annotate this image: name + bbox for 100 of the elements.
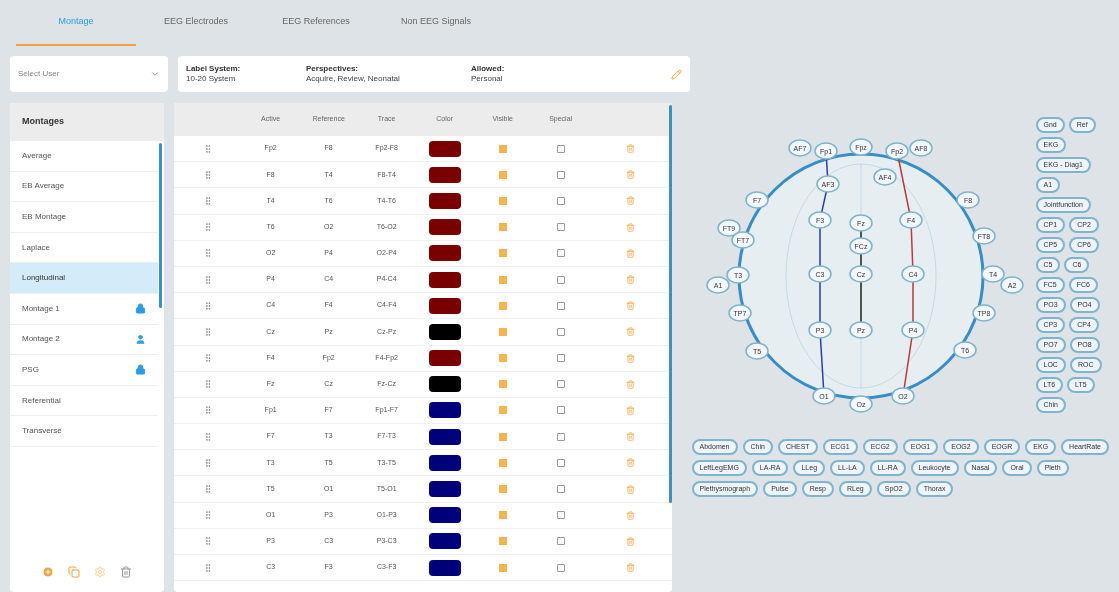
delete-icon[interactable] — [626, 144, 636, 154]
visible-checkbox[interactable] — [498, 406, 507, 415]
user-icon — [134, 333, 146, 345]
visible-checkbox[interactable] — [498, 354, 507, 363]
special-checkbox[interactable] — [556, 458, 565, 467]
lock-icon — [134, 303, 146, 315]
color-swatch[interactable] — [428, 559, 461, 576]
scrollbar[interactable] — [158, 143, 162, 308]
panel-title: Montages — [10, 103, 164, 141]
delete-icon[interactable] — [626, 275, 636, 285]
color-swatch[interactable] — [428, 245, 461, 262]
visible-checkbox[interactable] — [498, 144, 507, 153]
visible-checkbox[interactable] — [498, 537, 507, 546]
info-value: Acquire, Review, Neonatal — [306, 74, 401, 84]
edit-icon[interactable] — [671, 68, 682, 80]
color-swatch[interactable] — [428, 219, 461, 236]
color-swatch[interactable] — [428, 481, 461, 498]
scrollbar[interactable] — [668, 105, 672, 503]
visible-checkbox[interactable] — [498, 511, 507, 520]
visible-checkbox[interactable] — [498, 380, 507, 389]
special-checkbox[interactable] — [556, 406, 565, 415]
delete-icon[interactable] — [626, 170, 636, 180]
tab[interactable]: EEG Electrodes — [136, 8, 256, 46]
color-swatch[interactable] — [428, 166, 461, 183]
caret-icon — [150, 69, 160, 79]
color-swatch[interactable] — [428, 507, 461, 524]
delete-icon[interactable] — [626, 405, 636, 415]
delete-icon[interactable] — [626, 196, 636, 206]
add-icon[interactable] — [41, 566, 54, 578]
montage-item[interactable]: Montage 2 — [10, 324, 158, 356]
select-placeholder: Select User — [18, 68, 60, 80]
color-swatch[interactable] — [428, 533, 461, 550]
color-swatch[interactable] — [428, 323, 461, 340]
special-checkbox[interactable] — [556, 196, 565, 205]
delete-icon[interactable] — [626, 379, 636, 389]
special-checkbox[interactable] — [556, 563, 565, 572]
delete-icon[interactable] — [626, 222, 636, 232]
special-checkbox[interactable] — [556, 249, 565, 258]
copy-icon[interactable] — [67, 566, 80, 578]
delete-icon[interactable] — [626, 458, 636, 468]
visible-checkbox[interactable] — [498, 563, 507, 572]
special-checkbox[interactable] — [556, 301, 565, 310]
color-swatch[interactable] — [428, 428, 461, 445]
delete-icon[interactable] — [119, 566, 132, 578]
color-swatch[interactable] — [428, 350, 461, 367]
special-checkbox[interactable] — [556, 485, 565, 494]
special-checkbox[interactable] — [556, 354, 565, 363]
info-value: 10-20 System — [186, 74, 237, 84]
montage-item[interactable]: PSG — [10, 355, 158, 386]
delete-icon[interactable] — [626, 510, 636, 520]
montage-item[interactable]: EB Montage — [10, 202, 158, 233]
info-label: Label System: — [186, 64, 242, 74]
visible-checkbox[interactable] — [498, 275, 507, 284]
tab[interactable]: Non EEG Signals — [376, 8, 496, 46]
delete-icon[interactable] — [626, 301, 636, 311]
user-select[interactable]: Select User — [10, 56, 168, 92]
special-checkbox[interactable] — [556, 144, 565, 153]
special-checkbox[interactable] — [556, 380, 565, 389]
tab[interactable]: EEG References — [256, 8, 376, 46]
color-swatch[interactable] — [428, 454, 461, 471]
color-swatch[interactable] — [428, 376, 461, 393]
info-label: Perspectives: — [306, 64, 360, 74]
visible-checkbox[interactable] — [498, 170, 507, 179]
lock-icon — [134, 364, 146, 376]
delete-icon[interactable] — [626, 536, 636, 546]
visible-checkbox[interactable] — [498, 249, 507, 258]
special-checkbox[interactable] — [556, 537, 565, 546]
special-checkbox[interactable] — [556, 170, 565, 179]
delete-icon[interactable] — [626, 432, 636, 442]
montage-item[interactable]: EB Average — [10, 171, 158, 203]
info-label: Allowed: — [471, 64, 506, 74]
delete-icon[interactable] — [626, 563, 636, 573]
montage-item[interactable]: Referential — [10, 385, 158, 417]
color-swatch[interactable] — [428, 297, 461, 314]
montage-item[interactable]: Average — [10, 141, 158, 172]
color-swatch[interactable] — [428, 271, 461, 288]
color-swatch[interactable] — [428, 192, 461, 209]
special-checkbox[interactable] — [556, 275, 565, 284]
visible-checkbox[interactable] — [498, 223, 507, 232]
special-checkbox[interactable] — [556, 432, 565, 441]
color-swatch[interactable] — [428, 402, 461, 419]
montage-item[interactable]: Montage 1 — [10, 293, 158, 325]
visible-checkbox[interactable] — [498, 485, 507, 494]
visible-checkbox[interactable] — [498, 301, 507, 310]
visible-checkbox[interactable] — [498, 196, 507, 205]
color-swatch[interactable] — [428, 140, 461, 157]
visible-checkbox[interactable] — [498, 458, 507, 467]
visible-checkbox[interactable] — [498, 432, 507, 441]
delete-icon[interactable] — [626, 353, 636, 363]
special-checkbox[interactable] — [556, 223, 565, 232]
info-value: Personal — [471, 74, 504, 84]
delete-icon[interactable] — [626, 484, 636, 494]
settings-icon[interactable] — [93, 566, 106, 578]
special-checkbox[interactable] — [556, 327, 565, 336]
visible-checkbox[interactable] — [498, 327, 507, 336]
delete-icon[interactable] — [626, 248, 636, 258]
montage-item[interactable]: Longitudinal — [10, 263, 158, 294]
special-checkbox[interactable] — [556, 511, 565, 520]
delete-icon[interactable] — [626, 327, 636, 337]
montage-item[interactable]: Transverse — [10, 416, 158, 447]
